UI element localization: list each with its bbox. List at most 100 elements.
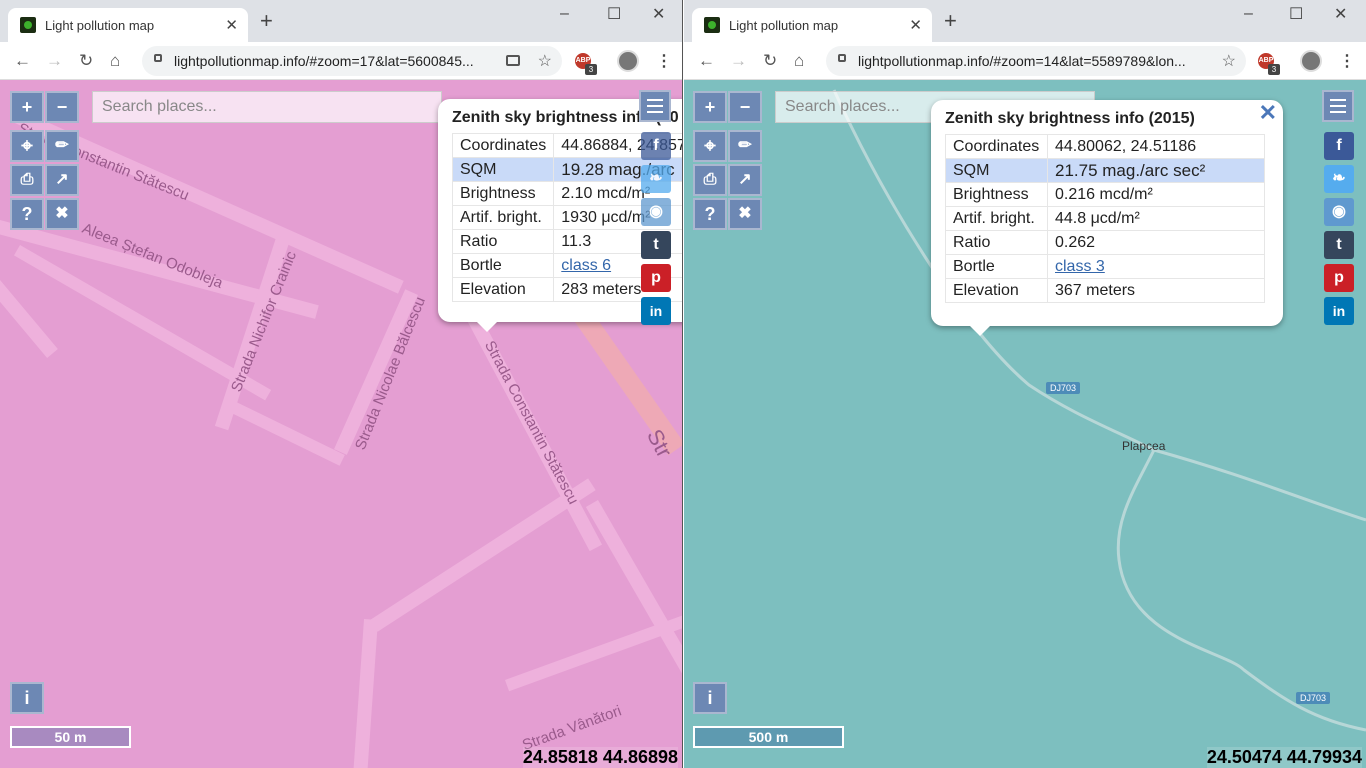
popup-tip [970, 326, 990, 336]
new-tab-button[interactable]: + [944, 10, 957, 32]
ruler-icon[interactable]: ✏ [45, 130, 79, 162]
bookmark-star-icon[interactable]: ☆ [1222, 51, 1236, 71]
row-value: 44.80062, 24.51186 [1047, 134, 1265, 159]
hamburger-menu-icon[interactable] [1322, 90, 1354, 122]
window-close-icon[interactable]: ✕ [1334, 4, 1347, 24]
address-bar[interactable]: lightpollutionmap.info/#zoom=14&lat=5589… [826, 46, 1246, 76]
zoom-in-button[interactable]: + [10, 91, 44, 123]
lock-icon [838, 54, 846, 62]
minimize-icon[interactable]: – [1244, 5, 1253, 23]
reddit-icon[interactable]: ◉ [1324, 198, 1354, 226]
tab-light-pollution-map[interactable]: Light pollution map ✕ [692, 8, 932, 42]
help-button[interactable]: ? [10, 198, 44, 230]
print-icon[interactable]: ⎙ [10, 164, 44, 196]
profile-avatar[interactable] [617, 50, 639, 72]
window-close-icon[interactable]: ✕ [652, 4, 665, 24]
pinterest-icon[interactable]: p [641, 264, 671, 292]
linkedin-icon[interactable]: in [641, 297, 671, 325]
search-input[interactable]: Search places... [92, 91, 442, 123]
maximize-icon[interactable]: ☐ [1289, 4, 1303, 24]
browser-toolbar: ← → ↻ ⌂ lightpollutionmap.info/#zoom=14&… [684, 42, 1366, 80]
row-value: 21.75 mag./arc sec² [1047, 158, 1265, 183]
cast-icon[interactable] [506, 55, 520, 66]
row-value: 0.262 [1047, 230, 1265, 255]
pinterest-icon[interactable]: p [1324, 264, 1354, 292]
twitter-icon[interactable]: ❧ [1324, 165, 1354, 193]
ruler-icon[interactable]: ✏ [728, 130, 762, 162]
tab-title: Light pollution map [45, 18, 155, 33]
bortle-class-link[interactable]: class 3 [1055, 258, 1105, 275]
table-row: Coordinates 44.80062, 24.51186 [945, 134, 1265, 159]
table-row: Bortle class 3 [945, 254, 1265, 279]
road [222, 398, 345, 466]
tab-close-icon[interactable]: ✕ [909, 16, 922, 34]
table-row: SQM 21.75 mag./arc sec² [945, 158, 1265, 183]
print-icon[interactable]: ⎙ [693, 164, 727, 196]
popup-close-button[interactable]: ✕ [1259, 100, 1277, 126]
browser-menu-icon[interactable]: ⋮ [1339, 51, 1355, 71]
place-label: Plapcea [1122, 439, 1166, 453]
road-shield: DJ703 [1296, 692, 1331, 704]
tumblr-icon[interactable]: t [641, 231, 671, 259]
twitter-icon[interactable]: ❧ [641, 165, 671, 193]
tab-light-pollution-map[interactable]: Light pollution map ✕ [8, 8, 248, 42]
tab-strip: Light pollution map ✕ + – ☐ ✕ [684, 0, 1366, 42]
back-icon[interactable]: ← [698, 51, 715, 71]
info-button[interactable]: i [10, 682, 44, 714]
back-icon[interactable]: ← [14, 51, 31, 71]
favicon-icon [704, 17, 720, 33]
zoom-out-button[interactable]: − [728, 91, 762, 123]
cursor-coordinates: 24.85818 44.86898 [522, 747, 678, 768]
reload-icon[interactable]: ↻ [79, 51, 93, 71]
locate-icon[interactable]: ⌖ [10, 130, 44, 162]
row-value: 367 meters [1047, 278, 1265, 303]
cursor-coordinates: 24.50474 44.79934 [1206, 747, 1362, 768]
forward-icon[interactable]: → [730, 51, 747, 71]
row-value: 0.216 mcd/m² [1047, 182, 1265, 207]
zoom-out-button[interactable]: − [45, 91, 79, 123]
chart-icon[interactable]: ↗ [728, 164, 762, 196]
profile-avatar[interactable] [1300, 50, 1322, 72]
chart-icon[interactable]: ↗ [45, 164, 79, 196]
table-row: Elevation 367 meters [945, 278, 1265, 303]
address-bar[interactable]: lightpollutionmap.info/#zoom=17&lat=5600… [142, 46, 562, 76]
bortle-class-link[interactable]: class 6 [561, 257, 611, 274]
road [352, 619, 378, 768]
linkedin-icon[interactable]: in [1324, 297, 1354, 325]
road-shield: DJ703 [1046, 382, 1081, 394]
road [370, 478, 596, 632]
new-tab-button[interactable]: + [260, 10, 273, 32]
row-label: Ratio [945, 230, 1048, 255]
road [585, 500, 682, 707]
reload-icon[interactable]: ↻ [763, 51, 777, 71]
tab-title: Light pollution map [729, 18, 839, 33]
extension-badge: 3 [1268, 64, 1280, 75]
popup-title: Zenith sky brightness info (2015) [945, 110, 1195, 127]
help-button[interactable]: ? [693, 198, 727, 230]
home-icon[interactable]: ⌂ [794, 51, 804, 71]
reddit-icon[interactable]: ◉ [641, 198, 671, 226]
map-canvas[interactable]: DJ703 DJ703 Plapcea + − ⌖ ✏ ⎙ ↗ ? ✖ Sear… [684, 80, 1366, 768]
locate-icon[interactable]: ⌖ [693, 130, 727, 162]
browser-menu-icon[interactable]: ⋮ [656, 51, 672, 71]
forward-icon[interactable]: → [46, 51, 63, 71]
facebook-icon[interactable]: f [1324, 132, 1354, 160]
row-label: Bortle [451, 253, 555, 278]
hamburger-menu-icon[interactable] [639, 90, 671, 122]
bookmark-star-icon[interactable]: ☆ [538, 51, 552, 71]
row-label: SQM [945, 158, 1048, 183]
info-button[interactable]: i [693, 682, 727, 714]
map-canvas[interactable]: Strada Constantin Stătescu Aleea Ștefan … [0, 80, 682, 768]
maximize-icon[interactable]: ☐ [607, 4, 621, 24]
scale-bar: 500 m [693, 726, 844, 748]
row-label: Bortle [945, 254, 1048, 279]
tumblr-icon[interactable]: t [1324, 231, 1354, 259]
minimize-icon[interactable]: – [560, 5, 569, 23]
zoom-in-button[interactable]: + [693, 91, 727, 123]
home-icon[interactable]: ⌂ [110, 51, 120, 71]
tools-icon[interactable]: ✖ [45, 198, 79, 230]
tools-icon[interactable]: ✖ [728, 198, 762, 230]
facebook-icon[interactable]: f [641, 132, 671, 160]
tab-close-icon[interactable]: ✕ [225, 16, 238, 34]
row-value: 44.8 μcd/m² [1047, 206, 1265, 231]
